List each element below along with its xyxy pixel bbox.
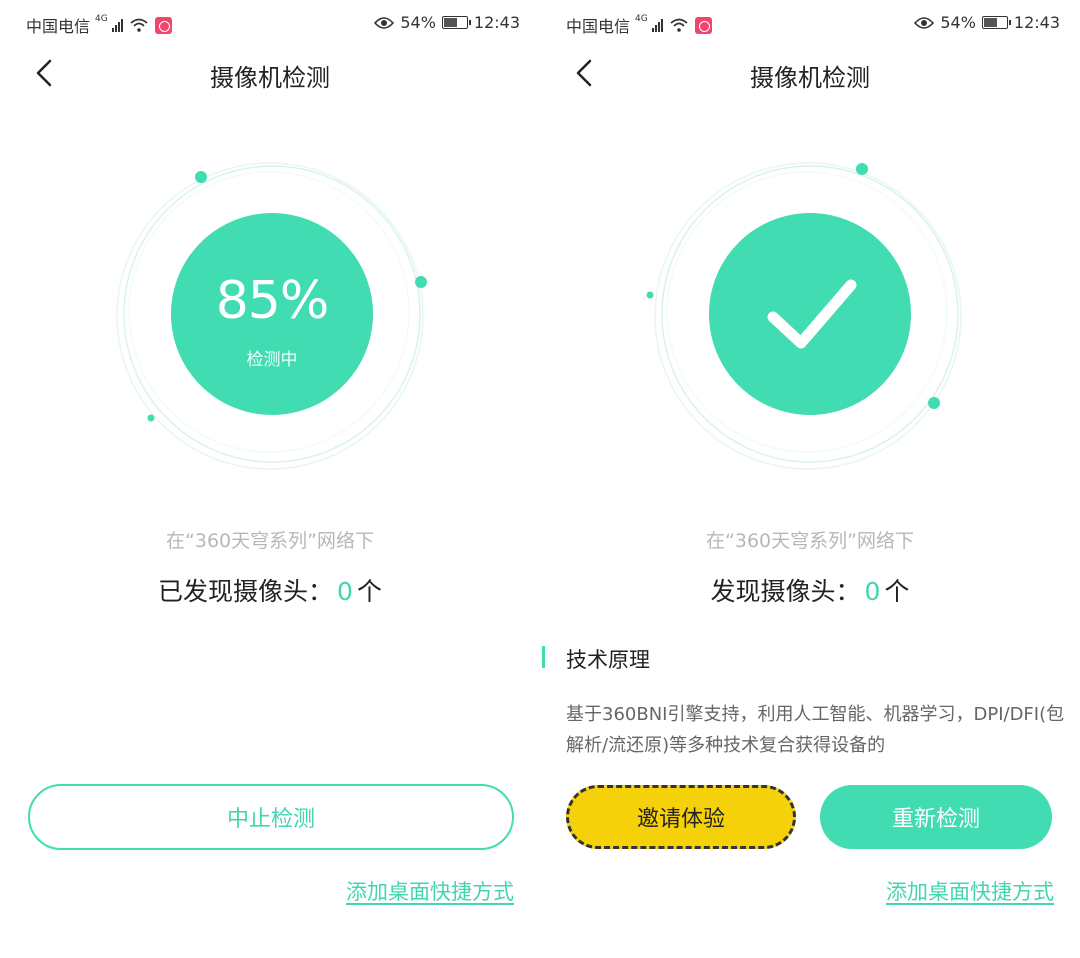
scan-progress-ring: 85% 检测中 [100,150,440,490]
page-title: 摄像机检测 [210,64,330,92]
app-notification-icon [154,16,172,34]
eye-icon [374,16,395,29]
tech-principle-body: 基于360BNI引擎支持，利用人工智能、机器学习，DPI/DFI(包解析/流还原… [566,704,1065,756]
progress-percent: 85% [215,271,330,331]
signal-icon [111,18,123,32]
orbit-dot [646,291,654,299]
status-bar: 中国电信 4G 54% 12:43 [0,0,540,46]
app-notification-icon [694,16,712,34]
progress-status: 检测中 [246,350,298,370]
network-text: 在“360天穹系列”网络下 [706,530,914,552]
network-type: 4G [635,14,648,24]
status-bar: 中国电信 4G 54% 12:43 [540,0,1080,46]
stop-detection-button[interactable]: 中止检测 [28,784,514,850]
invite-experience-button[interactable]: 邀请体验 [566,785,796,849]
battery-percent: 54% [940,13,976,32]
nav-bar: 摄像机检测 [540,46,1080,102]
wifi-icon [670,18,688,32]
progress-core: 85% 检测中 [171,213,373,415]
found-count: 0 [337,577,353,606]
network-type: 4G [95,14,108,24]
page-title: 摄像机检测 [750,64,870,92]
found-unit: 个 [356,577,382,606]
add-shortcut-link[interactable]: 添加桌面快捷方式 [346,876,514,906]
wifi-icon [130,18,148,32]
found-label: 已发现摄像头： [158,577,334,606]
retest-button[interactable]: 重新检测 [820,785,1052,849]
found-label: 发现摄像头： [710,577,861,606]
camera-detection-screen-complete: 中国电信 4G 54% 12:43 摄像机检测 在“360天穹系列”网络下 发现… [540,0,1080,958]
orbit-dot [856,163,868,175]
orbit-dot [415,276,427,288]
camera-detection-screen-scanning: 中国电信 4G 54% 12:43 摄像机检测 85% 检测中 在“360天穹系… [0,0,540,958]
carrier-label: 中国电信 [566,17,631,36]
scan-result-ring [638,150,978,490]
network-text: 在“360天穹系列”网络下 [166,530,374,552]
clock: 12:43 [1013,13,1060,32]
found-unit: 个 [884,577,910,606]
check-icon [767,279,857,349]
eye-icon [914,16,935,29]
tech-principle-title: 技术原理 [566,648,650,672]
found-cameras: 已发现摄像头： 0 个 [0,572,540,608]
add-shortcut-link[interactable]: 添加桌面快捷方式 [886,876,1054,906]
signal-icon [651,18,663,32]
found-count: 0 [864,577,881,606]
section-accent-bar [542,646,545,668]
battery-icon [441,16,471,29]
result-core [709,213,911,415]
orbit-dot [195,171,207,183]
battery-icon [981,16,1011,29]
clock: 12:43 [473,13,520,32]
carrier-label: 中国电信 [26,17,91,36]
orbit-dot [147,414,155,422]
nav-bar: 摄像机检测 [0,46,540,102]
battery-percent: 54% [400,13,436,32]
found-cameras: 发现摄像头： 0 个 [540,572,1080,608]
orbit-dot [928,397,940,409]
